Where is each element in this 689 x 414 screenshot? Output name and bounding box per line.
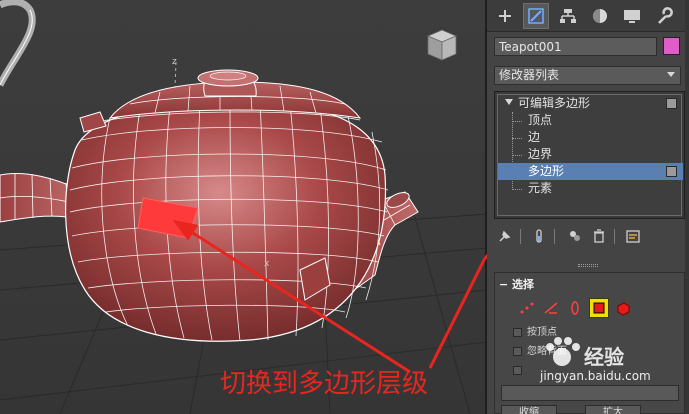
collapse-arrow-icon[interactable]: [505, 99, 513, 105]
tab-hierarchy[interactable]: [555, 3, 581, 29]
make-unique-icon[interactable]: [566, 227, 584, 245]
stack-item-vertex[interactable]: 顶点: [498, 112, 683, 129]
shrink-button[interactable]: 收缩: [501, 405, 557, 414]
remove-modifier-icon[interactable]: [590, 227, 608, 245]
watermark-text: 经验: [584, 345, 624, 369]
vertex-mode-icon[interactable]: [517, 298, 537, 318]
edge-mode-icon[interactable]: [541, 298, 561, 318]
object-color-swatch[interactable]: [663, 37, 680, 55]
wrench-icon: [658, 7, 673, 24]
chevron-down-icon: [667, 72, 675, 77]
watermark-url: jingyan.baidu.com: [540, 369, 651, 383]
modifier-list-label: 修改器列表: [499, 68, 560, 82]
modifier-stack[interactable]: 可编辑多边形 顶点 边 边界 多边形 元素: [494, 91, 685, 219]
paw-logo-icon: [546, 337, 580, 366]
stack-item-border[interactable]: 边界: [498, 146, 683, 163]
stack-root-editable-poly[interactable]: 可编辑多边形: [498, 95, 683, 112]
border-mode-icon[interactable]: [565, 298, 585, 318]
polygon-mode-icon[interactable]: [589, 298, 609, 318]
stack-item-element[interactable]: 元素: [498, 180, 683, 197]
stack-item-polygon[interactable]: 多边形: [498, 163, 683, 180]
plus-icon: [499, 10, 511, 22]
collapse-minus-icon: −: [499, 278, 509, 291]
tab-motion[interactable]: [587, 3, 613, 29]
rollout-splitter[interactable]: [578, 264, 598, 267]
hierarchy-icon: [560, 9, 576, 23]
modify-icon: [528, 8, 544, 24]
annotation-caption: 切换到多边形层级: [220, 369, 429, 399]
tab-display[interactable]: [619, 3, 645, 29]
motion-icon: [593, 9, 607, 23]
command-panel-tabs: [487, 0, 689, 32]
baidu-jingyan-watermark: 经验 jingyan.baidu.com: [540, 337, 680, 403]
subobject-selector: [517, 298, 657, 320]
display-icon: [624, 10, 640, 23]
modifier-list-dropdown[interactable]: 修改器列表: [494, 66, 681, 85]
panel-scrollbar[interactable]: [685, 0, 689, 414]
polygon-toggle-icon[interactable]: [666, 166, 677, 177]
object-name-field[interactable]: [494, 37, 657, 56]
configure-modifier-sets-icon[interactable]: [624, 227, 642, 245]
element-mode-icon[interactable]: [613, 298, 633, 318]
stack-toolbar: [494, 227, 685, 247]
tab-utilities[interactable]: [651, 3, 677, 29]
show-end-result-icon[interactable]: [530, 227, 548, 245]
tab-modify[interactable]: [523, 3, 549, 29]
modifier-toggle-icon[interactable]: [666, 98, 677, 109]
stack-item-edge[interactable]: 边: [498, 129, 683, 146]
selection-rollout-title[interactable]: − 选择: [499, 276, 534, 292]
tab-create[interactable]: [492, 3, 518, 29]
pin-stack-icon[interactable]: [496, 227, 514, 245]
stack-root-label: 可编辑多边形: [518, 96, 591, 110]
grow-button[interactable]: 扩大: [585, 405, 641, 414]
